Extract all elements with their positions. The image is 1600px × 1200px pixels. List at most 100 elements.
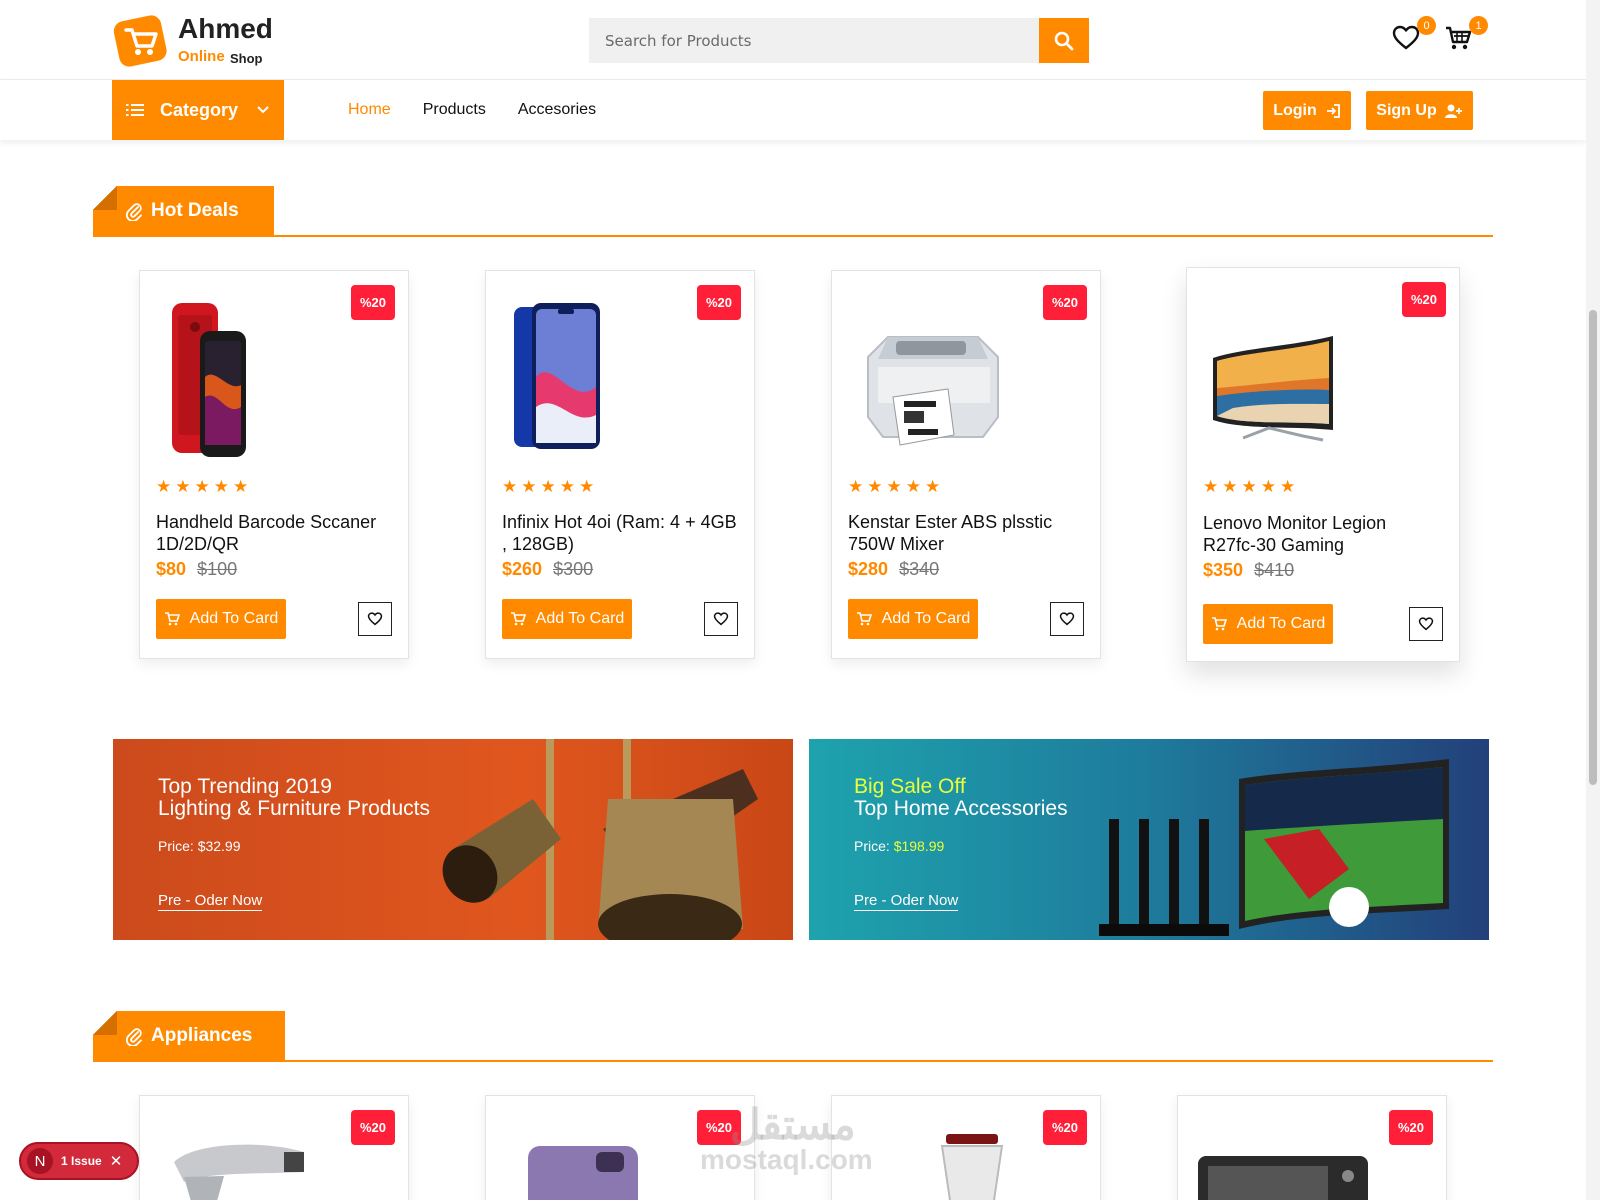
- product-name[interactable]: Infinix Hot 4oi (Ram: 4 + 4GB , 128GB): [502, 511, 742, 555]
- scrollbar-thumb[interactable]: [1589, 310, 1597, 785]
- current-price: $260: [502, 559, 543, 579]
- red-smartphone-image: [172, 303, 246, 457]
- search-input[interactable]: [589, 18, 1039, 63]
- old-price: $410: [1254, 560, 1295, 580]
- heart-icon: [1418, 617, 1434, 631]
- promo-banner-lighting[interactable]: Top Trending 2019 Lighting & Furniture P…: [113, 739, 793, 940]
- product-card[interactable]: %20 ★★★★★ Infinix Hot 4oi (Ram: 4 + 4GB …: [485, 270, 755, 659]
- heart-icon: [1392, 25, 1420, 50]
- old-price: $300: [553, 559, 594, 579]
- page: Ahmed Online Shop 0: [0, 0, 1600, 1200]
- list-icon: [126, 104, 144, 116]
- category-label: Category: [160, 99, 239, 120]
- hot-deals-title: Hot Deals: [151, 200, 239, 221]
- add-to-cart-label: Add To Card: [535, 610, 625, 627]
- banner-line2: Top Home Accessories: [854, 797, 1068, 820]
- product-name[interactable]: Lenovo Monitor Legion R27fc-30 Gaming: [1203, 512, 1443, 556]
- scrollbar[interactable]: [1586, 0, 1600, 1200]
- heart-icon: [1059, 612, 1075, 626]
- discount-badge: %20: [697, 285, 741, 320]
- add-to-cart-button[interactable]: Add To Card: [156, 599, 286, 639]
- issue-letter: N: [27, 1148, 53, 1174]
- signup-button[interactable]: Sign Up: [1366, 91, 1473, 130]
- banner-price-label: Price:: [158, 838, 198, 854]
- add-to-cart-button[interactable]: Add To Card: [1203, 604, 1333, 644]
- wishlist-toggle-button[interactable]: [704, 602, 738, 636]
- preorder-link[interactable]: Pre - Oder Now: [158, 892, 263, 911]
- product-card[interactable]: %20 ★★★★★ Kenstar Ester ABS plsstic 750W…: [831, 270, 1101, 659]
- search-icon: [1054, 31, 1074, 50]
- search-button[interactable]: [1039, 18, 1089, 63]
- section-divider: [93, 1060, 1493, 1062]
- old-price: $340: [899, 559, 940, 579]
- cart-icon: [164, 612, 180, 626]
- logo[interactable]: Ahmed Online Shop: [112, 10, 292, 70]
- discount-badge: %20: [351, 1110, 395, 1145]
- nav-link-products[interactable]: Products: [423, 101, 486, 119]
- wishlist-toggle-button[interactable]: [358, 602, 392, 636]
- barcode-scanner-image: [174, 1144, 304, 1200]
- add-to-cart-label: Add To Card: [1236, 615, 1326, 632]
- issue-indicator[interactable]: N 1 Issue ✕: [19, 1142, 139, 1180]
- cart-icon: [510, 612, 526, 626]
- preorder-link[interactable]: Pre - Oder Now: [854, 892, 959, 911]
- current-price: $280: [848, 559, 889, 579]
- curved-tv-image: [1213, 336, 1333, 442]
- product-card[interactable]: %20: [1177, 1095, 1447, 1200]
- banner-price: Price: $32.99: [158, 838, 241, 854]
- hot-deals-header: Hot Deals: [93, 186, 1493, 238]
- paperclip-icon: [126, 1028, 142, 1046]
- wishlist-button[interactable]: 0: [1392, 16, 1436, 55]
- cart-icon: [856, 612, 872, 626]
- label-printer-image: [867, 336, 999, 446]
- tv-speakers-image: [1099, 759, 1449, 936]
- banner-line2: Lighting & Furniture Products: [158, 797, 430, 820]
- add-to-cart-button[interactable]: Add To Card: [502, 599, 632, 639]
- banner-price-value: $198.99: [893, 838, 945, 854]
- nav-links: Home Products Accesories: [348, 80, 596, 140]
- issue-label: 1 Issue: [61, 1154, 102, 1168]
- blender-image: [940, 1134, 1004, 1200]
- login-button[interactable]: Login: [1263, 91, 1351, 130]
- watermark-latin: mostaql.com: [700, 1144, 873, 1175]
- product-card[interactable]: %20 ★★★★★ Lenovo Monitor Legion R27fc-30…: [1186, 267, 1460, 662]
- wishlist-count-badge: 0: [1417, 16, 1436, 35]
- discount-badge: %20: [351, 285, 395, 320]
- discount-badge: %20: [1043, 1110, 1087, 1145]
- star-rating: ★★★★★: [156, 477, 253, 497]
- close-icon[interactable]: ✕: [110, 1152, 123, 1170]
- toaster-oven-image: [1198, 1156, 1368, 1200]
- tab-fold: [93, 186, 117, 210]
- product-card[interactable]: %20: [139, 1095, 409, 1200]
- nav-link-home[interactable]: Home: [348, 101, 391, 119]
- star-rating: ★★★★★: [502, 477, 599, 497]
- banner-line1: Big Sale Off: [854, 775, 966, 798]
- wishlist-toggle-button[interactable]: [1050, 602, 1084, 636]
- watermark: مستقل mostaql.com: [700, 1100, 900, 1180]
- nav-link-accessories[interactable]: Accesories: [518, 101, 596, 119]
- heart-icon: [713, 612, 729, 626]
- current-price: $350: [1203, 560, 1244, 580]
- discount-badge: %20: [1402, 282, 1446, 317]
- logo-name: Ahmed: [178, 13, 273, 44]
- banner-price-value: $32.99: [197, 838, 241, 854]
- product-card[interactable]: %20 ★★★★★ Handheld Barcode Sccaner 1D/2D…: [139, 270, 409, 659]
- section-divider: [93, 235, 1493, 237]
- cart-button[interactable]: 1: [1444, 16, 1488, 55]
- logo-sub-shop: Shop: [230, 51, 263, 66]
- product-name[interactable]: Handheld Barcode Sccaner 1D/2D/QR: [156, 511, 396, 555]
- price-row: $350 $410: [1203, 560, 1294, 581]
- main-nav: Category Home Products Accesories Login …: [0, 80, 1586, 140]
- banner-price: Price: $198.99: [854, 838, 944, 854]
- add-to-cart-button[interactable]: Add To Card: [848, 599, 978, 639]
- price-row: $260 $300: [502, 559, 593, 580]
- paperclip-icon: [126, 203, 142, 221]
- watermark-arabic: مستقل: [730, 1101, 856, 1148]
- cart-icon: [1446, 26, 1472, 50]
- category-dropdown[interactable]: Category: [112, 80, 284, 140]
- add-to-cart-label: Add To Card: [189, 610, 279, 627]
- price-row: $80 $100: [156, 559, 237, 580]
- wishlist-toggle-button[interactable]: [1409, 607, 1443, 641]
- promo-banner-accessories[interactable]: Big Sale Off Top Home Accessories Price:…: [809, 739, 1489, 940]
- product-name[interactable]: Kenstar Ester ABS plsstic 750W Mixer: [848, 511, 1088, 555]
